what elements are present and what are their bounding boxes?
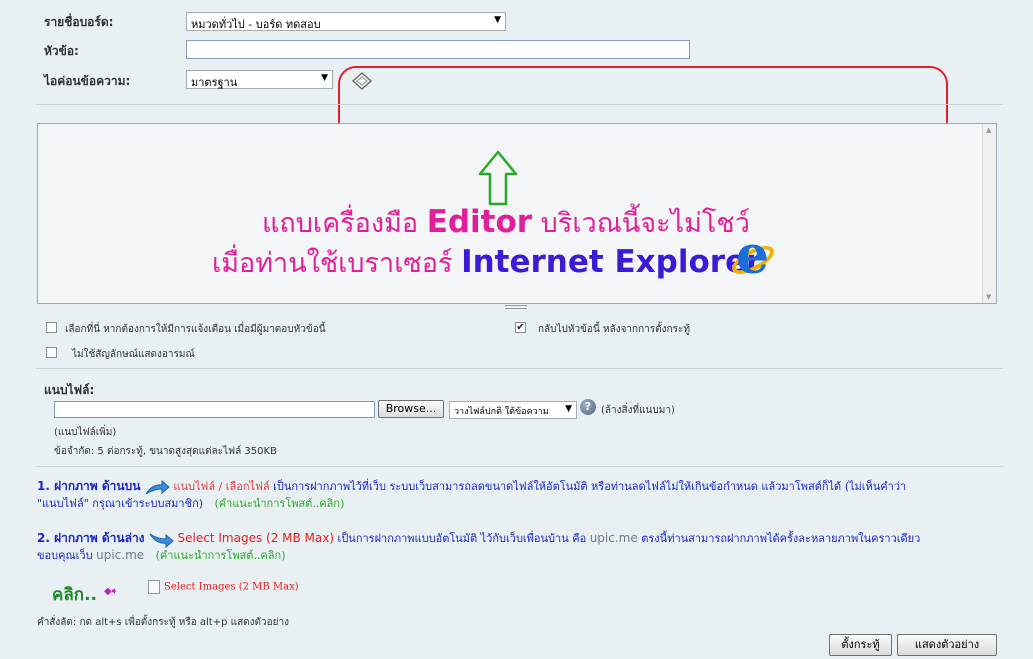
preview-button[interactable]: แสดงตัวอย่าง: [897, 634, 997, 656]
document-icon: [148, 580, 160, 594]
notify-label: เลือกที่นี่ หากต้องการให้มีการแจ้งเตือน …: [65, 324, 326, 335]
shortcut-hint: คำสั่งลัด: กด alt+s เพื่อตั้งกระทู้ หรือ…: [37, 617, 290, 628]
chevron-down-icon: ▼: [321, 73, 328, 83]
attach-select-file-link[interactable]: แนบไฟล์ / เลือกไฟล์: [173, 480, 269, 493]
upload-method-1: 1. ฝากภาพ ด้านบน แนบไฟล์ / เลือกไฟล์ เป็…: [37, 479, 907, 510]
clear-attachments-link[interactable]: (ล้างสิ่งที่แนบมา): [601, 403, 675, 418]
attach-placement-select[interactable]: วางไฟล์ปกติ ใต้ข้อความ ▼: [449, 401, 577, 419]
no-smiley-checkbox[interactable]: [46, 347, 57, 358]
attach-title: แนบไฟล์:: [44, 383, 95, 397]
blue-down-arrow-icon: [148, 532, 174, 549]
chevron-down-icon: ▼: [565, 404, 572, 414]
return-checkbox[interactable]: ✔: [515, 322, 526, 333]
board-select-value: หมวดทั่วไป - บอร์ด ทดสอบ: [191, 18, 321, 31]
icon-label: ไอค่อนข้อความ:: [44, 74, 131, 88]
attach-placement-value: วางไฟล์ปกติ ใต้ข้อความ: [454, 407, 549, 417]
attach-limits: ข้อจำกัด: 5 ต่อกระทู้, ขนาดสูงสุดแต่ละไฟ…: [54, 446, 277, 457]
editor-notice-line2: เมื่อท่านใช้เบราเซอร์ Internet Explorer: [212, 244, 762, 280]
no-smiley-label: ไม่ใช้สัญลักษณ์แสดงอารมณ์: [72, 349, 195, 360]
chevron-down-icon: ▼: [494, 15, 501, 25]
board-select[interactable]: หมวดทั่วไป - บอร์ด ทดสอบ ▼: [186, 12, 506, 31]
return-label: กลับไปหัวข้อนี้ หลังจากการตั้งกระทู้: [538, 324, 690, 335]
posting-guide-link-2[interactable]: (คำแนะนำการโพสต์..คลิก): [156, 549, 286, 562]
editor-notice-line1: แถบเครื่องมือ Editor บริเวณนี้จะไม่โชว์: [262, 204, 750, 240]
posting-guide-link-1[interactable]: (คำแนะนำการโพสต์..คลิก): [215, 497, 345, 510]
browse-button[interactable]: Browse...: [378, 400, 444, 418]
click-label: คลิก..: [52, 585, 97, 605]
subject-input[interactable]: [186, 40, 690, 59]
green-up-arrow-icon: [478, 150, 518, 206]
message-icon-select[interactable]: มาตรฐาน ▼: [186, 70, 333, 89]
internet-explorer-logo-icon: e: [727, 230, 779, 284]
attach-more-link[interactable]: (แนบไฟล์เพิ่ม): [54, 425, 116, 440]
upload-method-2: 2. ฝากภาพ ด้านล่าง Select Images (2 MB M…: [37, 531, 921, 562]
message-icon-select-value: มาตรฐาน: [191, 76, 238, 89]
pink-arrows-icon: ◆➧: [104, 586, 118, 597]
help-icon[interactable]: ?: [580, 399, 596, 415]
post-button[interactable]: ตั้งกระทู้: [829, 634, 892, 656]
attach-file-input[interactable]: [54, 401, 375, 418]
editor-scrollbar[interactable]: ▲ ▼: [982, 124, 996, 303]
select-images-link[interactable]: Select Images (2 MB Max): [178, 531, 335, 545]
select-images-button[interactable]: Select Images (2 MB Max): [148, 580, 299, 594]
notify-checkbox[interactable]: [46, 322, 57, 333]
subject-label: หัวข้อ:: [44, 44, 79, 58]
board-label: รายชื่อบอร์ด:: [44, 15, 114, 29]
blue-up-arrow-icon: [144, 479, 170, 495]
editor-resize-handle[interactable]: [505, 305, 527, 309]
